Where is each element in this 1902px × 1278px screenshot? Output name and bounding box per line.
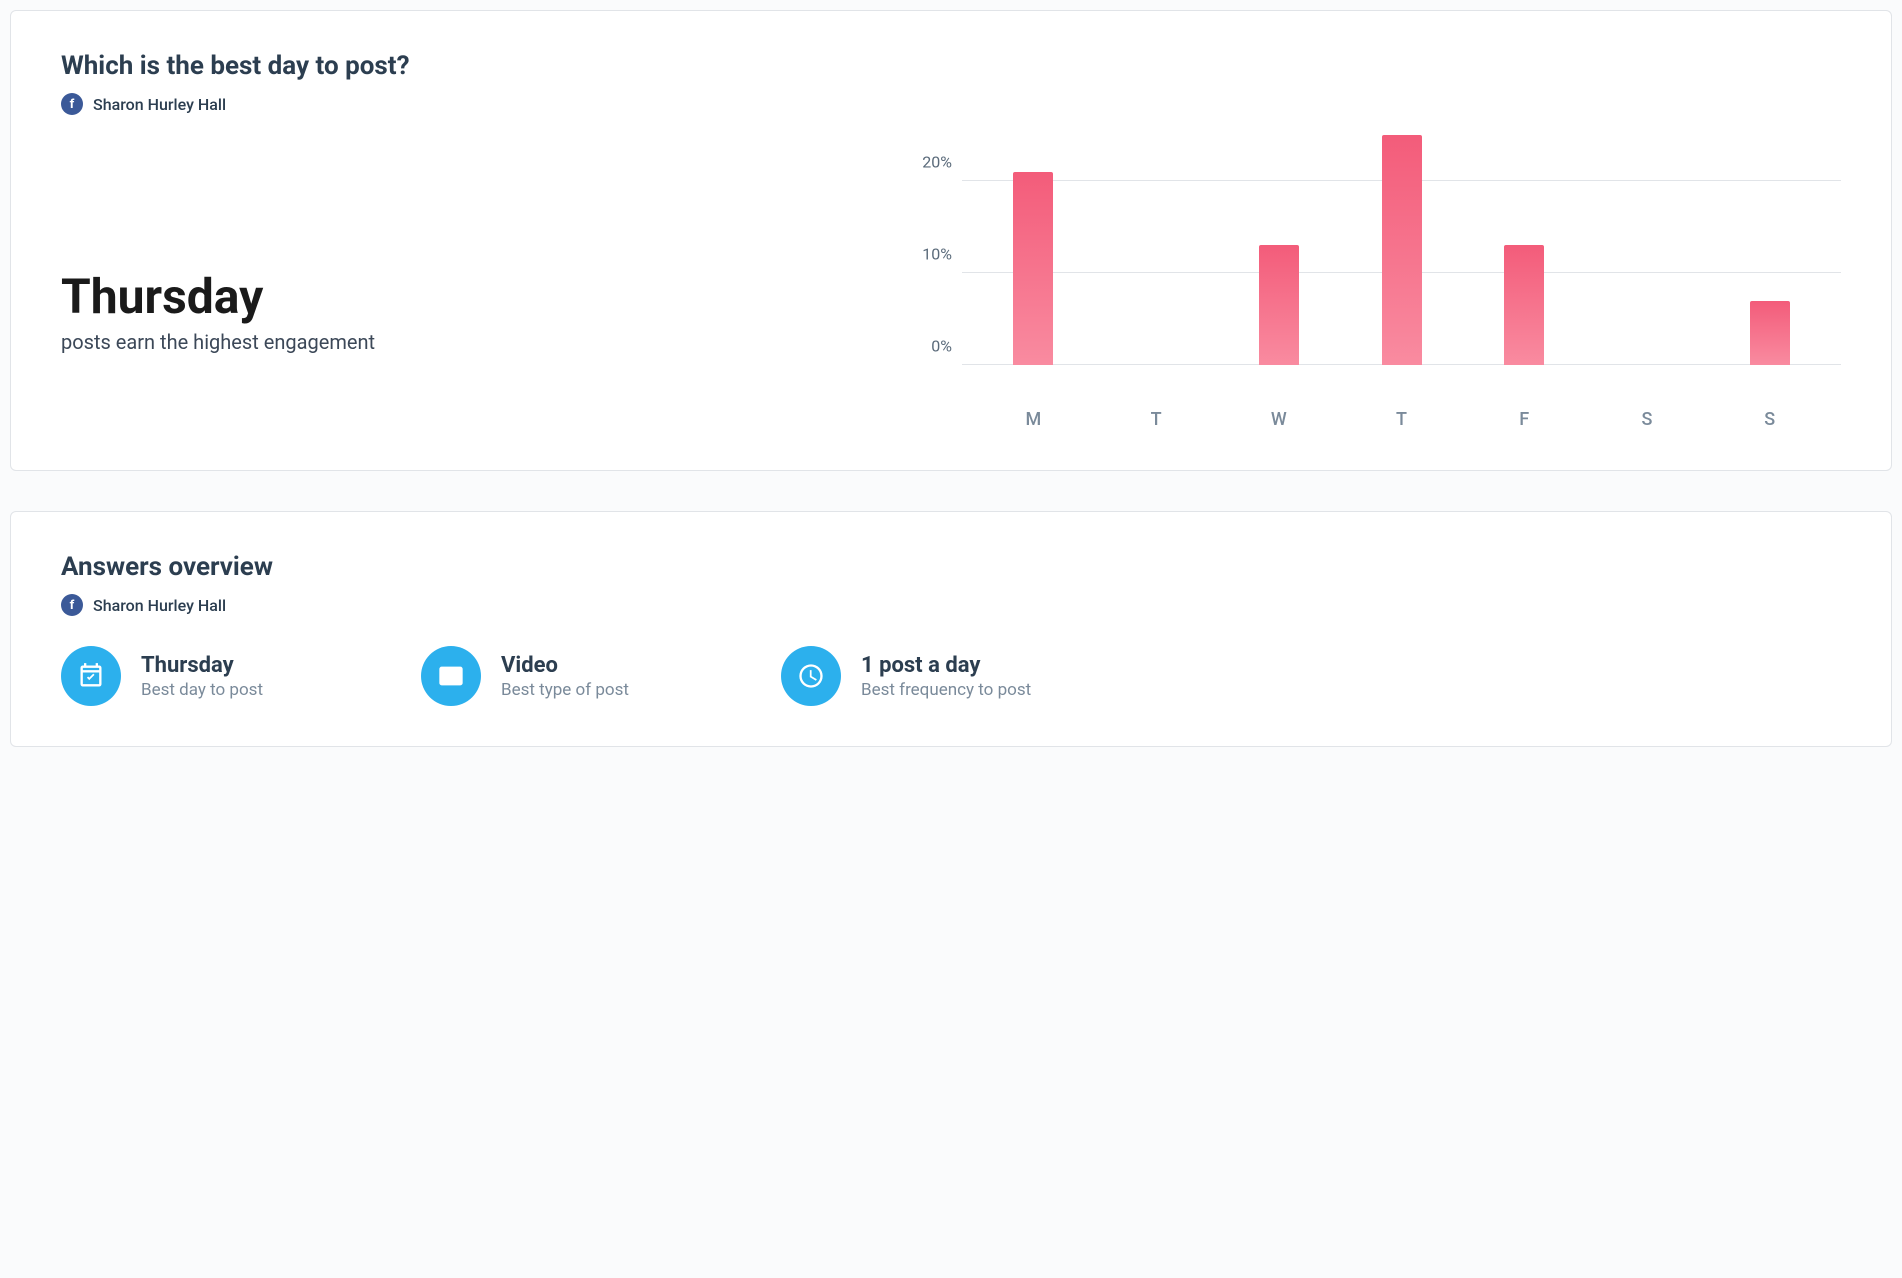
answer-text: 1 post a dayBest frequency to post (861, 653, 1031, 700)
author-row: f Sharon Hurley Hall (61, 93, 1841, 115)
bar-slot (1708, 135, 1831, 365)
y-tick-label: 20% (922, 153, 952, 172)
bar-slot (1340, 135, 1463, 365)
x-tick-label: S (1586, 409, 1709, 430)
chart-area: 0% 10% 20% (902, 135, 1841, 395)
card-title: Answers overview (61, 552, 1841, 582)
x-axis: MTWTFSS (962, 409, 1841, 430)
answer-subtitle: Best frequency to post (861, 680, 1031, 700)
bar-slot (1095, 135, 1218, 365)
facebook-icon: f (61, 594, 83, 616)
bar-slot (1586, 135, 1709, 365)
facebook-icon: f (61, 93, 83, 115)
answer-item: VideoBest type of post (421, 646, 721, 706)
highlight-caption: posts earn the highest engagement (61, 330, 862, 354)
bar-slot (972, 135, 1095, 365)
calendar-check-icon (61, 646, 121, 706)
clock-icon (781, 646, 841, 706)
x-tick-label: T (1095, 409, 1218, 430)
answer-subtitle: Best day to post (141, 680, 263, 700)
answer-item: 1 post a dayBest frequency to post (781, 646, 1081, 706)
x-tick-label: S (1708, 409, 1831, 430)
author-row: f Sharon Hurley Hall (61, 594, 1841, 616)
x-tick-label: T (1340, 409, 1463, 430)
answer-title: Thursday (141, 653, 263, 678)
chart-bar (1013, 172, 1053, 365)
answer-item: ThursdayBest day to post (61, 646, 361, 706)
highlight-value: Thursday (61, 271, 862, 324)
x-tick-label: M (972, 409, 1095, 430)
x-tick-label: W (1217, 409, 1340, 430)
y-tick-label: 0% (931, 337, 952, 356)
answer-title: 1 post a day (861, 653, 1031, 678)
answers-grid: ThursdayBest day to post VideoBest type o… (61, 646, 1841, 706)
answers-overview-card: Answers overview f Sharon Hurley Hall Th… (10, 511, 1892, 747)
content-row: Thursday posts earn the highest engageme… (61, 135, 1841, 430)
chart-bar (1504, 245, 1544, 365)
y-tick-label: 10% (922, 245, 952, 264)
best-day-card: Which is the best day to post? f Sharon … (10, 10, 1892, 471)
bars-container (962, 135, 1841, 365)
chart-bar (1750, 301, 1790, 365)
bar-slot (1463, 135, 1586, 365)
answer-text: VideoBest type of post (501, 653, 629, 700)
card-title: Which is the best day to post? (61, 51, 1841, 81)
chart-bar (1382, 135, 1422, 365)
post-icon (421, 646, 481, 706)
author-name: Sharon Hurley Hall (93, 596, 226, 615)
highlight-column: Thursday posts earn the highest engageme… (61, 135, 862, 430)
answer-text: ThursdayBest day to post (141, 653, 263, 700)
y-axis: 0% 10% 20% (902, 135, 962, 365)
chart-plot (962, 135, 1841, 365)
answer-title: Video (501, 653, 629, 678)
bar-slot (1217, 135, 1340, 365)
chart-bar (1259, 245, 1299, 365)
x-tick-label: F (1463, 409, 1586, 430)
answer-subtitle: Best type of post (501, 680, 629, 700)
chart-column: 0%10%20% MTWTFSS (902, 135, 1841, 430)
author-name: Sharon Hurley Hall (93, 95, 226, 114)
